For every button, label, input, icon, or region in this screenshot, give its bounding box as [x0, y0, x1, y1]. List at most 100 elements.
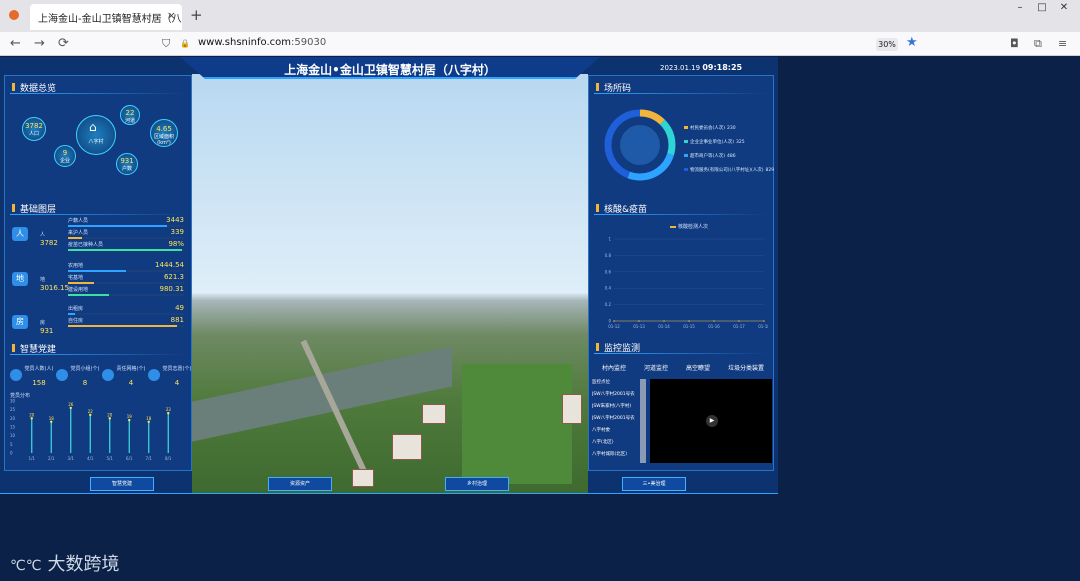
nucleic-legend: 核酸检测人次	[670, 223, 708, 230]
extensions-icon[interactable]: ⧉	[1034, 37, 1042, 51]
layer-row-bar-fill	[68, 249, 182, 251]
stat-enterprise: 9 企业	[54, 145, 76, 167]
stat-area: 4.65 区域面积(km²)	[150, 119, 178, 147]
monitor-tab-village[interactable]: 村內监控	[602, 363, 626, 372]
layer-row-bar	[68, 325, 184, 327]
tab-close-icon[interactable]: ×	[167, 9, 176, 22]
data-label: 18	[146, 416, 152, 421]
layer-icon: 人	[12, 227, 28, 241]
stat-households: 931 户数	[116, 153, 138, 175]
data-label: 18	[49, 416, 55, 421]
venue-legend-item: 超市商户等(人次) 486	[684, 153, 736, 159]
datetime: 2023.01.19 09:18:25	[660, 63, 743, 72]
layer-row-label: 户籍人员	[68, 218, 89, 224]
lock-icon[interactable]: 🔒	[180, 39, 190, 48]
back-icon[interactable]: ←	[10, 36, 21, 51]
y-tick-label: 1	[608, 237, 611, 242]
legend-swatch	[684, 154, 688, 157]
party-stat-label: 责任网格(个)	[116, 366, 146, 372]
layer-row-label: 疫苗已接种人员	[68, 242, 104, 248]
layer-row-label: 来沪人员	[68, 230, 89, 236]
shield-icon[interactable]: ⛉	[162, 37, 170, 51]
maximize-icon[interactable]: □	[1034, 2, 1050, 14]
governance-button[interactable]: 乡村治理	[445, 477, 509, 491]
play-icon[interactable]: ▶	[706, 415, 718, 427]
layer-total: 931	[40, 327, 54, 335]
bookmark-star-icon[interactable]: ★	[906, 35, 918, 50]
layer-row-label: 出租房	[68, 306, 84, 312]
bar-cap	[69, 406, 72, 410]
x-tick-label: 01-15	[683, 324, 695, 329]
venue-legend-item: 企业企事业单位(人次) 325	[684, 139, 745, 145]
close-window-icon[interactable]: ✕	[1056, 2, 1072, 14]
layer-row-bar-fill	[68, 225, 167, 227]
legend-swatch	[684, 168, 688, 171]
ring-center	[620, 125, 660, 165]
y-tick-label: 0.4	[605, 286, 612, 291]
bar-cap	[108, 417, 111, 420]
aerial-photo[interactable]	[192, 74, 588, 494]
layer-row-bar-fill	[68, 237, 82, 239]
field-shape	[462, 364, 572, 484]
x-tick-label: 3/1	[68, 456, 75, 461]
layer-row-bar	[68, 294, 184, 296]
x-tick-label: 8/1	[165, 456, 172, 461]
minimize-icon[interactable]: –	[1012, 2, 1028, 14]
layer-name: 地	[40, 277, 46, 283]
stat-population: 3782 人口	[22, 117, 46, 141]
party-stat-value: 4	[174, 379, 180, 387]
three-beauty-button[interactable]: 三•美治理	[622, 477, 686, 491]
zoom-badge[interactable]: 30%	[876, 38, 898, 51]
layer-row-bar-fill	[68, 294, 109, 296]
monitor-tab-river[interactable]: 河道监控	[644, 363, 668, 372]
layer-row-value: 49	[175, 304, 184, 312]
layer-row-label: 建设用地	[68, 287, 89, 293]
stat-rivers: 22 河道	[120, 105, 140, 125]
venue-ring-chart	[604, 109, 676, 181]
y-tick-label: 30	[10, 399, 16, 404]
layer-row-bar	[68, 225, 184, 227]
browser-tab[interactable]: 上海金山-金山卫镇智慧村居（八字村 ×	[30, 4, 182, 30]
page-content: 上海金山•金山卫镇智慧村居（八字村） 2023.01.19 09:18:25 数…	[0, 57, 1080, 581]
y-tick-label: 0	[608, 319, 611, 324]
village-center[interactable]: ⌂ 八字村	[76, 115, 116, 155]
party-stat-label: 党员小组(个)	[70, 366, 100, 372]
firefox-icon	[9, 10, 19, 20]
menu-icon[interactable]: ≡	[1058, 37, 1067, 50]
party-building-button[interactable]: 智慧党建	[90, 477, 154, 491]
pocket-icon[interactable]: ◘	[1010, 37, 1019, 50]
monitor-tab-aerial[interactable]: 高空瞭望	[686, 363, 710, 372]
new-tab-button[interactable]: +	[190, 6, 203, 24]
forward-icon[interactable]: →	[34, 36, 45, 51]
y-tick-label: 5	[10, 442, 13, 447]
x-tick-label: 2/1	[48, 456, 55, 461]
y-tick-label: 0.2	[605, 302, 612, 307]
watermark-logo: ℃℃ 大数跨境	[10, 554, 120, 575]
y-tick-label: 10	[10, 433, 16, 438]
layer-row-label: 宅基地	[68, 275, 84, 281]
url-bar[interactable]: www.shsninfo.com:59030	[198, 37, 326, 48]
layer-total: 3016.15	[40, 284, 69, 292]
resource-button[interactable]: 资源资产	[268, 477, 332, 491]
party-stat-icon	[56, 369, 68, 381]
bar-cap	[128, 418, 131, 422]
data-label: 20	[107, 412, 113, 417]
layer-row-value: 339	[170, 228, 184, 236]
legend-swatch	[684, 126, 688, 129]
reload-icon[interactable]: ⟳	[58, 36, 69, 51]
layer-row-value: 3443	[166, 216, 184, 224]
x-tick-label: 01-12	[608, 324, 620, 329]
monitor-tab-garbage[interactable]: 垃圾分类装置	[728, 363, 764, 372]
layer-row-value: 98%	[168, 240, 184, 248]
layer-total: 3782	[40, 239, 58, 247]
venue-legend-item: 物流服务(有限公司)(八字村址)(人次) 829	[684, 167, 774, 173]
bar-cap	[147, 420, 150, 423]
data-label: 20	[29, 412, 35, 417]
y-tick-label: 0.6	[605, 269, 612, 274]
party-stat-value: 8	[82, 379, 88, 387]
tab-title: 上海金山-金山卫镇智慧村居（八字村	[38, 14, 182, 25]
legend-swatch	[684, 140, 688, 143]
layer-row-value: 1444.54	[155, 261, 184, 269]
browser-nav-bar: ← → ⟳ ⛉ 🔒 www.shsninfo.com:59030 30% ★ ◘…	[0, 32, 1080, 56]
monitor-list-scrollbar[interactable]	[640, 379, 646, 463]
